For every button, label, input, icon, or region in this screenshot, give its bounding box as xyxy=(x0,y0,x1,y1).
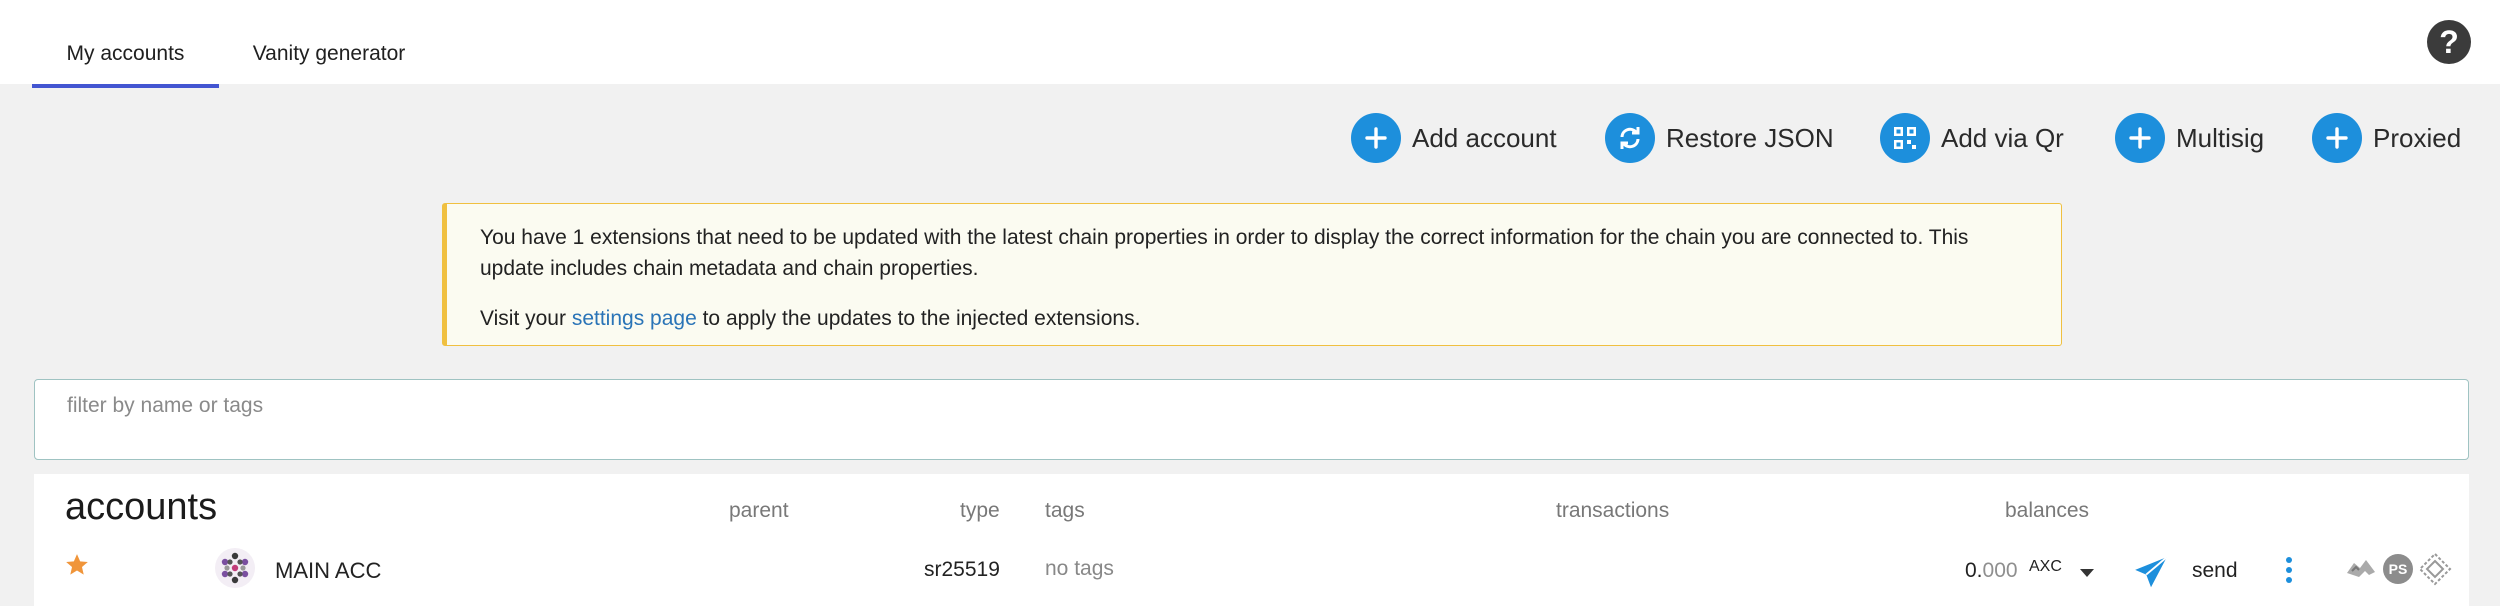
add-account-button[interactable]: Add account xyxy=(1351,112,1557,164)
account-tags[interactable]: no tags xyxy=(1045,557,1114,581)
plus-icon xyxy=(2115,113,2165,163)
account-balance: 0.000 xyxy=(1965,559,2018,583)
proxied-button[interactable]: Proxied xyxy=(2312,112,2461,164)
restore-json-button[interactable]: Restore JSON xyxy=(1605,112,1834,164)
more-vertical-icon[interactable] xyxy=(2284,556,2294,589)
filter-input[interactable] xyxy=(34,379,2469,460)
add-account-label: Add account xyxy=(1412,122,1557,153)
add-via-qr-button[interactable]: Add via Qr xyxy=(1880,112,2064,164)
add-via-qr-label: Add via Qr xyxy=(1941,122,2064,153)
header-parent: parent xyxy=(729,499,789,522)
balance-decimals: 000 xyxy=(1982,559,2018,582)
restore-json-label: Restore JSON xyxy=(1666,122,1834,153)
tab-my-accounts[interactable]: My accounts xyxy=(32,0,219,88)
warning-message: You have 1 extensions that need to be up… xyxy=(480,226,1969,280)
header-type: type xyxy=(960,499,1000,522)
paper-plane-icon[interactable] xyxy=(2132,554,2170,597)
balance-unit: AXC xyxy=(2029,558,2062,575)
sync-icon xyxy=(1605,113,1655,163)
accounts-table: accounts parent type tags transactions b… xyxy=(34,474,2469,606)
accounts-title: accounts xyxy=(65,486,218,528)
extension-update-warning: You have 1 extensions that need to be up… xyxy=(442,203,2062,346)
table-row: MAIN ACC sr25519 no tags 0.000 AXC send … xyxy=(34,544,2469,606)
favorite-star-icon[interactable] xyxy=(64,552,90,583)
qrcode-icon xyxy=(1880,113,1930,163)
top-tab-bar: My accounts Vanity generator ? xyxy=(0,0,2500,88)
header-balances: balances xyxy=(2005,499,2090,522)
chevron-down-icon[interactable] xyxy=(2079,565,2095,583)
tab-vanity-generator[interactable]: Vanity generator xyxy=(219,0,439,88)
settings-page-link[interactable]: settings page xyxy=(572,307,697,330)
help-icon[interactable]: ? xyxy=(2427,20,2471,64)
balance-integer: 0. xyxy=(1965,559,1983,582)
plus-icon xyxy=(1351,113,1401,163)
ps-extension-icon: PS xyxy=(2383,554,2413,584)
warning-settings-line: Visit your settings page to apply the up… xyxy=(480,303,2031,334)
proxied-label: Proxied xyxy=(2373,122,2462,153)
warning-prefix: Visit your xyxy=(480,307,572,330)
account-type: sr25519 xyxy=(924,558,1000,581)
warning-suffix: to apply the updates to the injected ext… xyxy=(696,307,1141,330)
account-identicon[interactable] xyxy=(215,548,255,588)
header-tags: tags xyxy=(1045,499,1085,522)
polkadot-js-extension-icon xyxy=(2344,553,2378,588)
talisman-extension-icon xyxy=(2417,551,2453,592)
plus-icon xyxy=(2312,113,2362,163)
header-transactions: transactions xyxy=(1556,499,1670,522)
send-button[interactable]: send xyxy=(2192,559,2238,583)
multisig-label: Multisig xyxy=(2176,122,2265,153)
account-name[interactable]: MAIN ACC xyxy=(275,558,381,584)
multisig-button[interactable]: Multisig xyxy=(2115,112,2264,164)
